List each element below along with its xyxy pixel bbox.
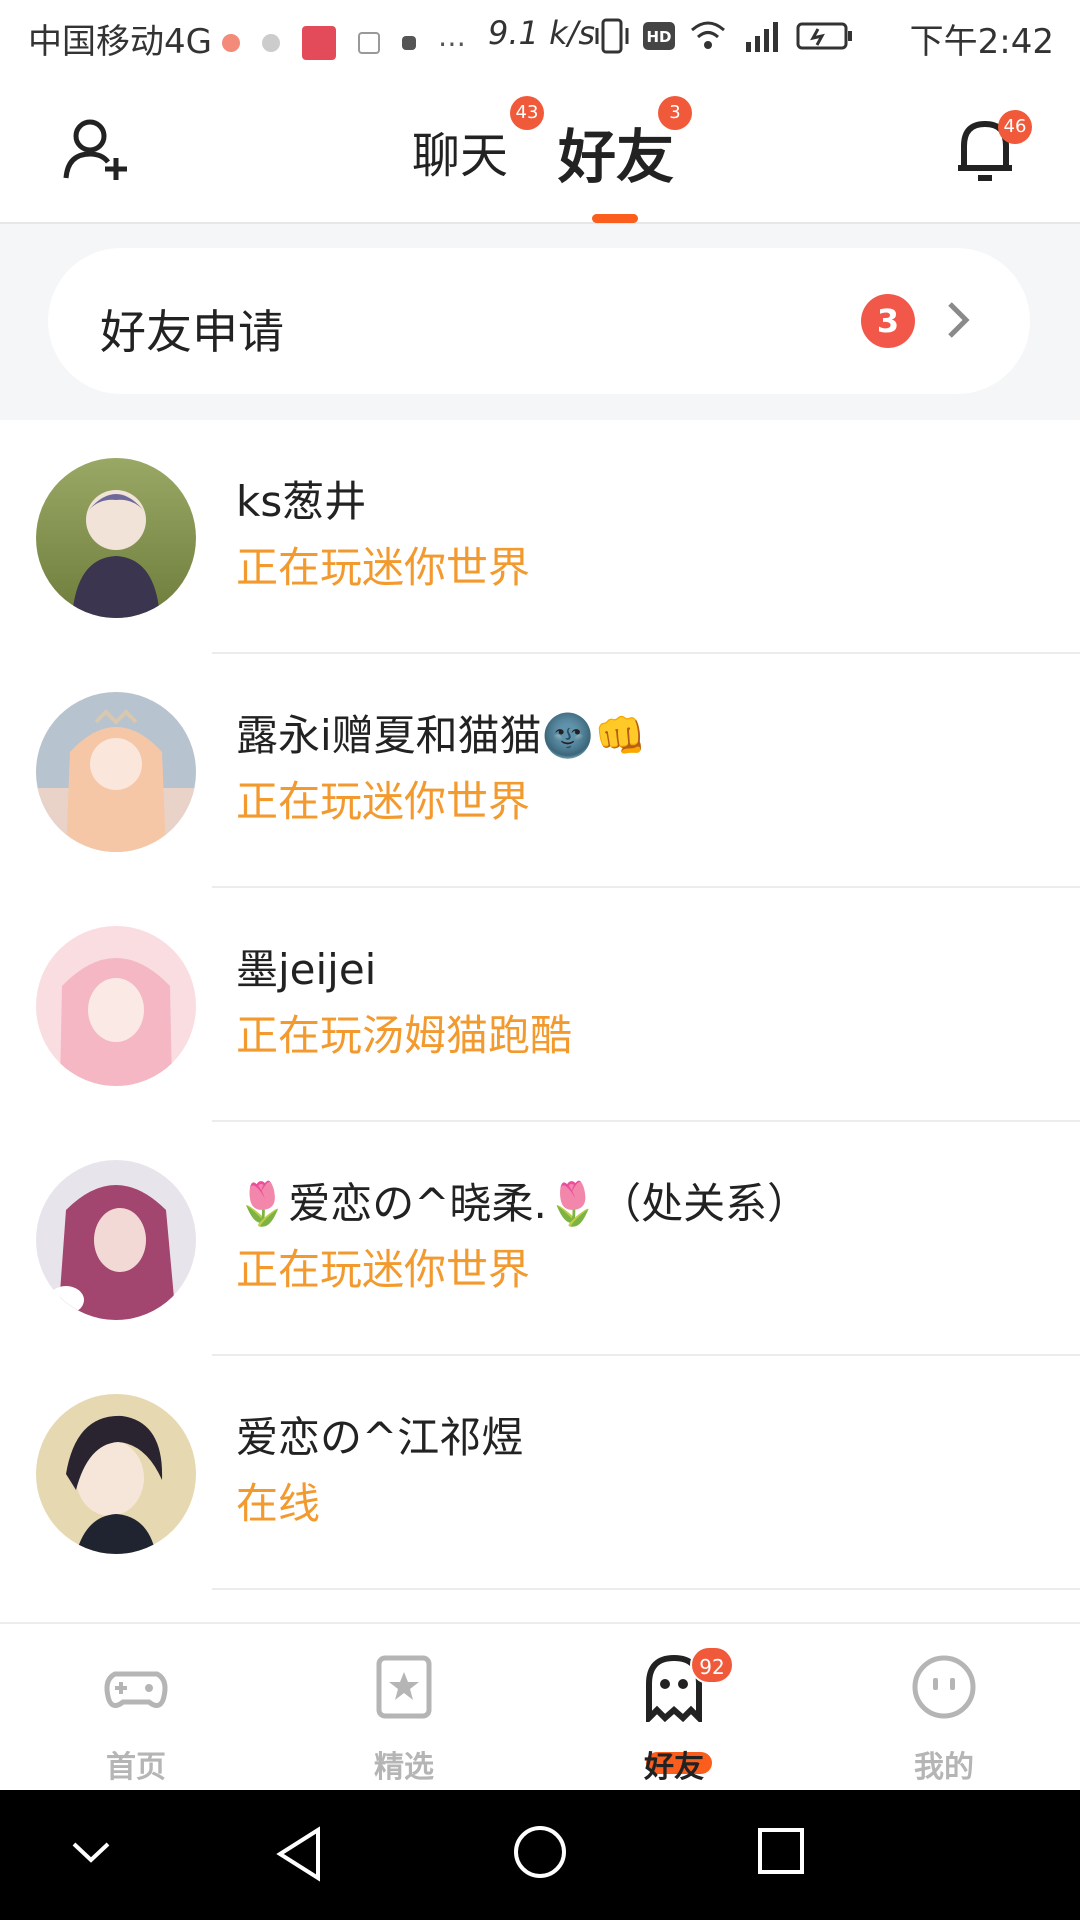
friend-list-item[interactable]: 露永i赠夏和猫猫🌚👊 正在玩迷你世界 — [0, 654, 1080, 888]
friend-name: 露永i赠夏和猫猫🌚👊 — [236, 711, 647, 760]
friends-unread-badge: 3 — [658, 96, 692, 130]
signal-icon — [746, 22, 778, 52]
friend-list-item[interactable]: 墨jeijei 正在玩汤姆猫跑酷 — [0, 888, 1080, 1122]
avatar[interactable] — [36, 926, 196, 1086]
active-tab-indicator — [592, 214, 638, 223]
system-icons: HD — [594, 16, 854, 56]
clock: 下午2:42 — [909, 22, 1054, 62]
recents-icon[interactable] — [756, 1826, 806, 1876]
nav-home[interactable]: 首页 — [66, 1652, 206, 1785]
hd-icon: HD — [643, 22, 675, 50]
top-header: 聊天 43 好友 3 46 — [0, 76, 1080, 224]
friend-list-item[interactable]: ks葱井 正在玩迷你世界 — [0, 420, 1080, 654]
tab-chat-label: 聊天 — [412, 128, 509, 184]
friend-status: 正在玩迷你世界 — [236, 1245, 531, 1294]
more-notifications-icon: ⋯ — [438, 26, 466, 60]
friend-list-item[interactable]: 🌷爱恋の^晓柔.🌷（处关系） 正在玩迷你世界 — [0, 1122, 1080, 1356]
smiley-icon — [912, 1655, 976, 1719]
system-navigation-bar — [0, 1790, 1080, 1920]
chevron-right-icon — [948, 302, 970, 338]
mail-icon — [358, 32, 380, 54]
carrier-label: 中国移动4G — [28, 22, 212, 62]
app-notification-icon — [262, 34, 280, 52]
app-notification-icon — [402, 36, 416, 50]
avatar[interactable] — [36, 1394, 196, 1554]
wifi-icon — [691, 21, 725, 49]
nav-featured-label: 精选 — [374, 1750, 434, 1785]
nav-friends-label: 好友 — [644, 1750, 704, 1785]
add-friend-button[interactable] — [62, 116, 132, 182]
star-bookmark-icon — [376, 1655, 432, 1719]
notification-icons: ⋯ — [222, 26, 466, 60]
friend-name: ks葱井 — [236, 477, 367, 526]
friend-request-count-badge: 3 — [861, 294, 915, 348]
friend-name: 墨jeijei — [236, 945, 377, 994]
nav-featured[interactable]: 精选 — [334, 1652, 474, 1785]
gamepad-icon — [104, 1671, 168, 1708]
avatar[interactable] — [36, 1160, 196, 1320]
tab-friends[interactable]: 好友 — [558, 110, 674, 194]
avatar[interactable] — [36, 692, 196, 852]
nav-me-label: 我的 — [914, 1750, 974, 1785]
bell-badge: 46 — [998, 110, 1032, 144]
nav-friends[interactable]: 好友 92 — [604, 1646, 744, 1785]
chat-unread-badge: 43 — [510, 96, 544, 130]
battery-icon — [796, 22, 852, 50]
app-notification-icon — [222, 34, 240, 52]
status-bar: 中国移动4G ⋯ 9.1 k/s HD 下午2:42 — [0, 0, 1080, 76]
svg-text:HD: HD — [646, 28, 671, 46]
tab-chat[interactable]: 聊天 — [412, 116, 508, 186]
home-circle-icon[interactable] — [512, 1824, 568, 1880]
friend-name: 爱恋の^江祁煜 — [236, 1413, 524, 1462]
friend-status: 在线 — [236, 1479, 321, 1528]
bottom-navigation: 首页 精选 好友 92 我的 — [0, 1622, 1080, 1792]
nav-home-label: 首页 — [106, 1750, 166, 1785]
collapse-icon[interactable] — [70, 1834, 112, 1870]
avatar[interactable] — [36, 458, 196, 618]
add-user-icon — [63, 119, 127, 180]
friend-status: 正在玩迷你世界 — [236, 543, 531, 592]
vibrate-icon — [595, 18, 629, 54]
tab-friends-label: 好友 — [558, 123, 675, 191]
friend-list-item[interactable]: 爱恋の^江祁煜 在线 — [0, 1356, 1080, 1590]
friend-status: 正在玩迷你世界 — [236, 777, 531, 826]
app-notification-icon — [302, 26, 336, 60]
divider — [212, 1588, 1080, 1590]
nav-me[interactable]: 我的 — [874, 1652, 1014, 1785]
back-icon[interactable] — [274, 1826, 324, 1882]
network-speed: 9.1 k/s — [488, 14, 596, 52]
friend-name: 🌷爱恋の^晓柔.🌷（处关系） — [236, 1179, 810, 1228]
friend-request-label: 好友申请 — [100, 305, 284, 359]
friend-status: 正在玩汤姆猫跑酷 — [236, 1011, 573, 1060]
nav-friends-badge: 92 — [690, 1646, 734, 1684]
